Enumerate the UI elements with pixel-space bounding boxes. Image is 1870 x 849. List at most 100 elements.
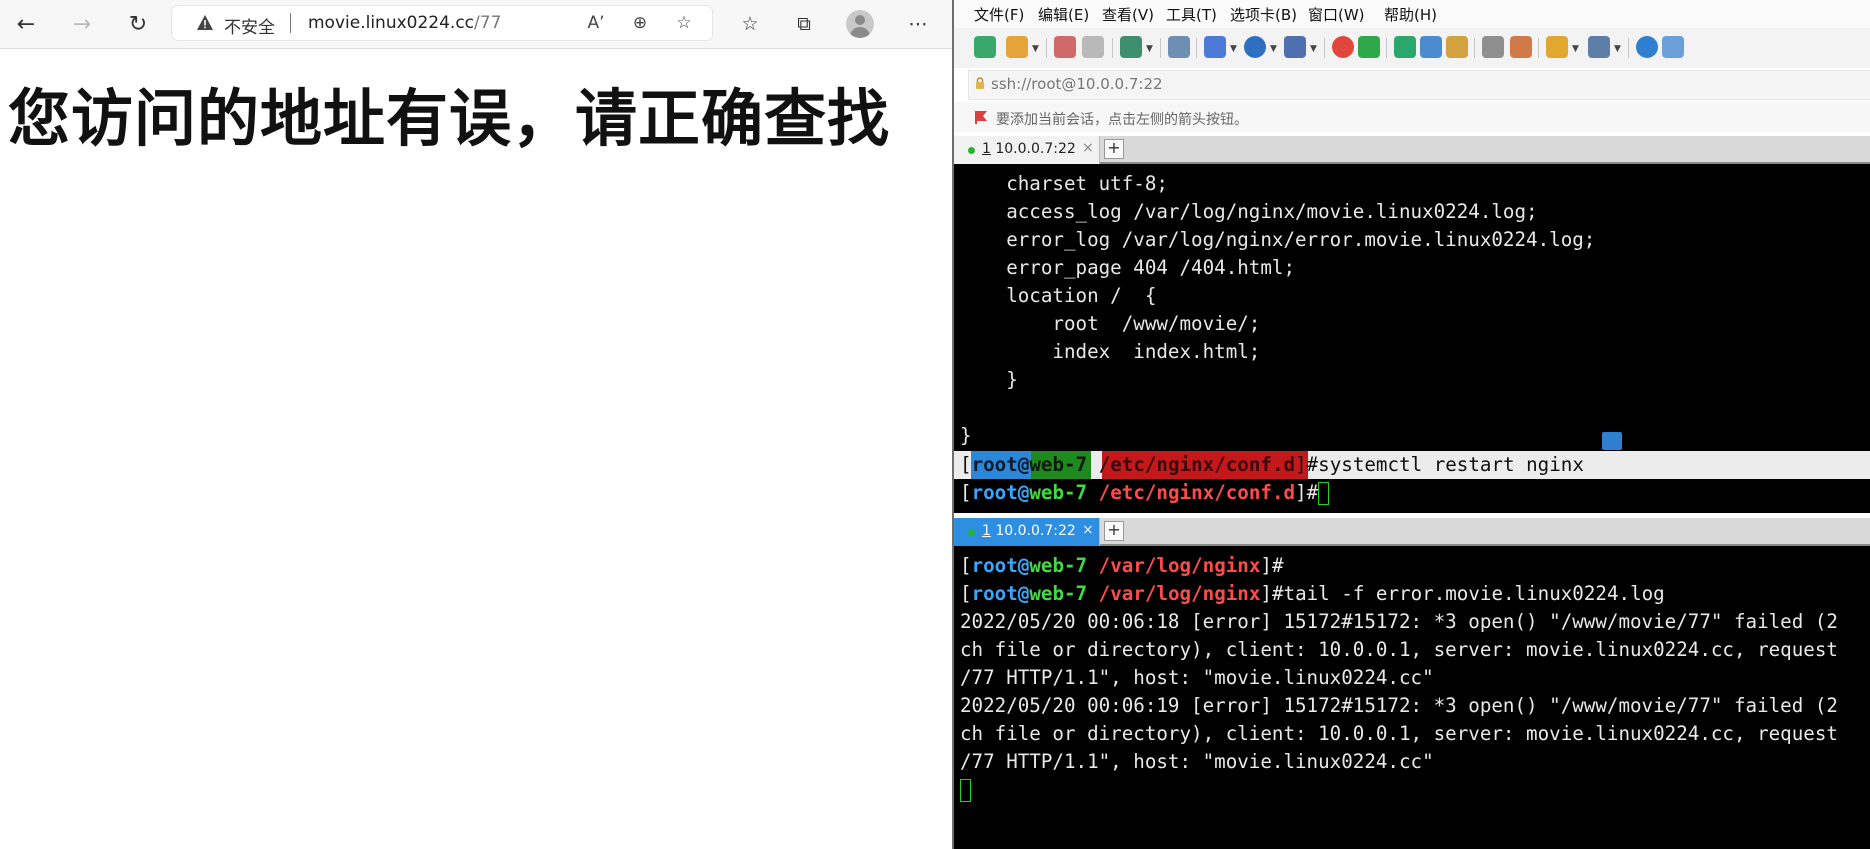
close-icon[interactable]: × xyxy=(1082,140,1094,156)
address-bar[interactable]: 不安全 movie.linux0224.cc/77 Aʼ ⊕ ☆ xyxy=(172,6,712,40)
warning-icon xyxy=(197,15,213,30)
menu-bar: 文件(F) 编辑(E) 查看(V) 工具(T) 选项卡(B) 窗口(W) 帮助(… xyxy=(954,0,1870,28)
config-line: root /www/movie/; xyxy=(960,312,1261,335)
tab-label: 1 10.0.0.7:22 xyxy=(982,141,1076,157)
terminal-top[interactable]: charset utf-8; access_log /var/log/nginx… xyxy=(954,164,1870,513)
insecure-label[interactable]: 不安全 xyxy=(224,13,275,38)
prompt-user: root xyxy=(971,453,1018,476)
chat-icon[interactable] xyxy=(1662,36,1684,58)
xftp-icon[interactable] xyxy=(1332,36,1354,58)
prompt-open: [ xyxy=(960,554,972,577)
forward-button[interactable]: → xyxy=(66,8,98,40)
add-session-arrow-icon[interactable] xyxy=(974,110,988,124)
prompt-host: web-7 xyxy=(1029,554,1088,577)
split-layout-icon[interactable] xyxy=(1588,36,1610,58)
prompt-path: /var/log/nginx xyxy=(1098,582,1261,605)
chevron-down-icon[interactable]: ▼ xyxy=(1310,44,1317,54)
command-line-current: [root@web-7 /etc/nginx/conf.d]# xyxy=(960,479,1330,507)
new-session-icon[interactable] xyxy=(974,36,996,58)
globe-icon[interactable] xyxy=(1244,36,1266,58)
prompt-close: ]# xyxy=(1260,582,1284,605)
prompt-open: [ xyxy=(960,481,972,504)
help-icon[interactable] xyxy=(1636,36,1658,58)
prompt-at: @ xyxy=(1017,582,1030,605)
prompt-open: [ xyxy=(960,453,972,476)
config-line: } xyxy=(960,368,1018,391)
chevron-down-icon[interactable]: ▼ xyxy=(1614,44,1621,54)
prompt-path: /var/log/nginx xyxy=(1098,554,1261,577)
top-pane-tabbar: 1 10.0.0.7:22 × + xyxy=(954,136,1870,164)
prompt-user: root xyxy=(971,582,1018,605)
ssh-address-text[interactable]: ssh://root@10.0.0.7:22 xyxy=(991,75,1163,93)
transfer-icon[interactable] xyxy=(1204,36,1226,58)
menu-view[interactable]: 查看(V) xyxy=(1102,4,1154,25)
ssh-address-bar[interactable]: ssh://root@10.0.0.7:22 xyxy=(968,70,1870,100)
fullscreen-icon[interactable] xyxy=(1394,36,1416,58)
tab-session-bottom[interactable]: 1 10.0.0.7:22 × xyxy=(954,518,1100,546)
command-text: systemctl restart nginx xyxy=(1318,453,1584,476)
terminal-bottom[interactable]: [root@web-7 /var/log/nginx]# [root@web-7… xyxy=(954,546,1870,849)
add-tab-button[interactable]: + xyxy=(1104,521,1124,541)
back-button[interactable]: ← xyxy=(10,8,42,40)
close-icon[interactable]: × xyxy=(1082,522,1094,538)
prompt-close: ]# xyxy=(1295,453,1319,476)
command-line-restart: [root@web-7 /etc/nginx/conf.d]#systemctl… xyxy=(960,451,1584,479)
log-line: 2022/05/20 00:06:18 [error] 15172#15172:… xyxy=(960,610,1838,633)
tab-host: 10.0.0.7:22 xyxy=(990,141,1076,157)
favorites-icon[interactable]: ☆ xyxy=(736,10,764,38)
tab-index: 1 xyxy=(982,523,991,539)
connected-dot-icon xyxy=(968,529,975,536)
page-heading: 您访问的地址有误，请正确查找 xyxy=(8,82,891,155)
menu-tabs[interactable]: 选项卡(B) xyxy=(1230,4,1297,25)
hint-text: 要添加当前会话，点击左侧的箭头按钮。 xyxy=(996,112,1248,128)
menu-window[interactable]: 窗口(W) xyxy=(1308,4,1365,25)
collections-icon[interactable]: ⧉ xyxy=(790,10,818,38)
menu-help[interactable]: 帮助(H) xyxy=(1384,4,1437,25)
open-folder-icon[interactable] xyxy=(1006,36,1028,58)
connected-dot-icon xyxy=(968,147,975,154)
xshell-green-icon[interactable] xyxy=(1358,36,1380,58)
chevron-down-icon[interactable]: ▼ xyxy=(1146,44,1153,54)
floating-notes-icon[interactable] xyxy=(1602,432,1622,450)
search-icon[interactable] xyxy=(1168,36,1190,58)
avatar[interactable] xyxy=(846,10,874,38)
prompt-at: @ xyxy=(1017,554,1030,577)
toolbar-divider xyxy=(1474,38,1475,58)
reload-button[interactable]: ↻ xyxy=(122,8,154,40)
connect-icon[interactable] xyxy=(1054,36,1076,58)
menu-edit[interactable]: 编辑(E) xyxy=(1038,4,1089,25)
toolbar-divider xyxy=(1160,38,1161,58)
more-menu-icon[interactable]: ⋯ xyxy=(904,10,932,38)
chevron-down-icon[interactable]: ▼ xyxy=(1032,44,1039,54)
log-line: /77 HTTP/1.1", host: "movie.linux0224.cc… xyxy=(960,750,1434,773)
prompt-host: web-7 xyxy=(1029,582,1088,605)
font-icon[interactable] xyxy=(1284,36,1306,58)
chevron-down-icon[interactable]: ▼ xyxy=(1270,44,1277,54)
add-favorite-icon[interactable]: ☆ xyxy=(672,12,696,34)
toolbar-divider xyxy=(1046,38,1047,58)
highlight-icon[interactable] xyxy=(1510,36,1532,58)
session-props-icon[interactable] xyxy=(1120,36,1142,58)
url-host: movie.linux0224.cc xyxy=(308,13,475,33)
url-text[interactable]: movie.linux0224.cc/77 xyxy=(308,13,501,33)
zoom-icon[interactable]: ⊕ xyxy=(628,12,652,34)
avatar-body xyxy=(850,27,870,38)
chevron-down-icon[interactable]: ▼ xyxy=(1230,44,1237,54)
read-aloud-icon[interactable]: Aʼ xyxy=(584,12,608,34)
disconnect-icon[interactable] xyxy=(1082,36,1104,58)
chevron-down-icon[interactable]: ▼ xyxy=(1572,44,1579,54)
add-tab-button[interactable]: + xyxy=(1104,139,1124,159)
menu-file[interactable]: 文件(F) xyxy=(974,4,1024,25)
prompt-host: web-7 xyxy=(1029,481,1088,504)
lock-icon xyxy=(976,77,984,89)
layout-folder-icon[interactable] xyxy=(1546,36,1568,58)
lock-screen-icon[interactable] xyxy=(1420,36,1442,58)
keyboard-icon[interactable] xyxy=(1482,36,1504,58)
tab-host: 10.0.0.7:22 xyxy=(990,523,1076,539)
menu-tools[interactable]: 工具(T) xyxy=(1166,4,1217,25)
lock-icon[interactable] xyxy=(1446,36,1468,58)
bottom-pane-tabbar: 1 10.0.0.7:22 × + xyxy=(954,518,1870,546)
toolbar-divider xyxy=(1324,38,1325,58)
config-line: access_log /var/log/nginx/movie.linux022… xyxy=(960,200,1538,223)
tab-session-top[interactable]: 1 10.0.0.7:22 × xyxy=(954,136,1100,164)
